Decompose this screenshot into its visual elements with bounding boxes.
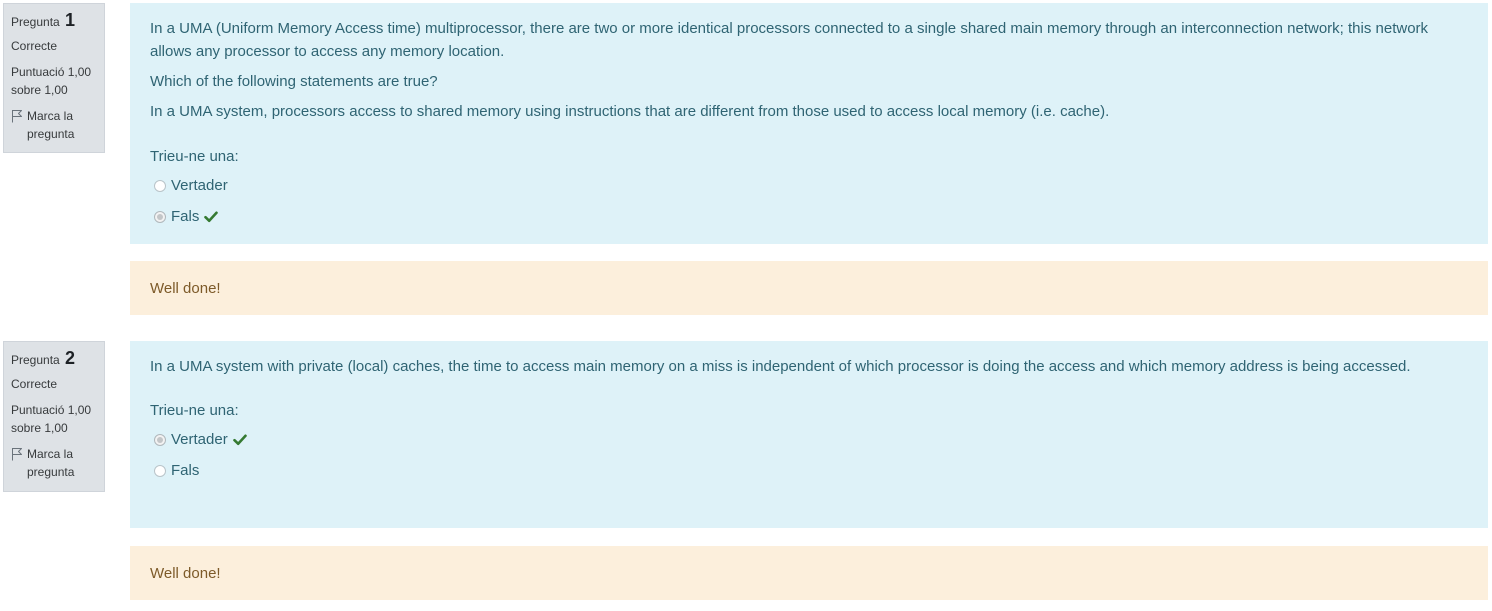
flag-label: Marca la pregunta xyxy=(27,109,75,141)
grade-line-2: sobre 1,00 xyxy=(11,83,68,97)
question-info: Pregunta 1 Correcte Puntuació 1,00 sobre… xyxy=(3,3,105,153)
question-number-line: Pregunta 2 xyxy=(11,349,97,369)
flag-icon xyxy=(12,110,22,123)
question-formulation: In a UMA system with private (local) cac… xyxy=(130,341,1488,528)
question-grade: Puntuació 1,00 sobre 1,00 xyxy=(11,401,97,437)
question-text-paragraph: Which of the following statements are tr… xyxy=(150,73,438,90)
question-text-paragraph: In a UMA system with private (local) cac… xyxy=(150,358,1411,375)
radio-button[interactable] xyxy=(154,464,166,477)
question-text-paragraph: In a UMA (Uniform Memory Access time) mu… xyxy=(150,20,1429,60)
quiz-review-page: Pregunta 1 Correcte Puntuació 1,00 sobre… xyxy=(0,0,1492,611)
question-number-line: Pregunta 1 xyxy=(11,11,97,31)
answer-prompt: Trieu-ne una: xyxy=(150,148,239,165)
question-info: Pregunta 2 Correcte Puntuació 1,00 sobre… xyxy=(3,341,105,492)
question-text-paragraph: In a UMA system, processors access to sh… xyxy=(150,103,1110,120)
check-icon xyxy=(204,211,219,222)
feedback-box: Well done! xyxy=(130,546,1488,600)
question-state: Correcte xyxy=(11,377,58,391)
question-state: Correcte xyxy=(11,39,58,53)
feedback-text: Well done! xyxy=(150,279,221,297)
question-grade: Puntuació 1,00 sobre 1,00 xyxy=(11,63,97,99)
question-formulation: In a UMA (Uniform Memory Access time) mu… xyxy=(130,3,1488,244)
question-label: Pregunta xyxy=(11,353,60,367)
answer-prompt: Trieu-ne una: xyxy=(150,402,239,419)
grade-line-1: Puntuació 1,00 xyxy=(11,403,92,417)
answer-label: Vertader xyxy=(171,177,228,194)
answer-option-vertader[interactable]: Vertader xyxy=(150,428,1468,451)
answer-label: Vertader xyxy=(171,431,228,448)
question-label: Pregunta xyxy=(11,15,60,29)
flag-question-link[interactable]: Marca la pregunta xyxy=(11,107,97,143)
answer-option-fals[interactable]: Fals xyxy=(150,459,1468,482)
flag-icon xyxy=(12,448,22,461)
radio-button-selected[interactable] xyxy=(154,210,166,223)
flag-question-link[interactable]: Marca la pregunta xyxy=(11,445,97,481)
question-number: 2 xyxy=(65,348,76,368)
flag-label: Marca la pregunta xyxy=(27,447,75,479)
answer-option-fals[interactable]: Fals xyxy=(150,205,1468,228)
answer-label: Fals xyxy=(171,208,200,225)
question-number: 1 xyxy=(65,10,76,30)
grade-line-1: Puntuació 1,00 xyxy=(11,65,92,79)
check-icon xyxy=(232,434,247,445)
answer-option-vertader[interactable]: Vertader xyxy=(150,174,1468,197)
radio-button-selected[interactable] xyxy=(154,433,166,446)
grade-line-2: sobre 1,00 xyxy=(11,421,68,435)
feedback-text: Well done! xyxy=(150,564,221,582)
answer-label: Fals xyxy=(171,462,200,479)
radio-button[interactable] xyxy=(154,179,166,192)
feedback-box: Well done! xyxy=(130,261,1488,315)
